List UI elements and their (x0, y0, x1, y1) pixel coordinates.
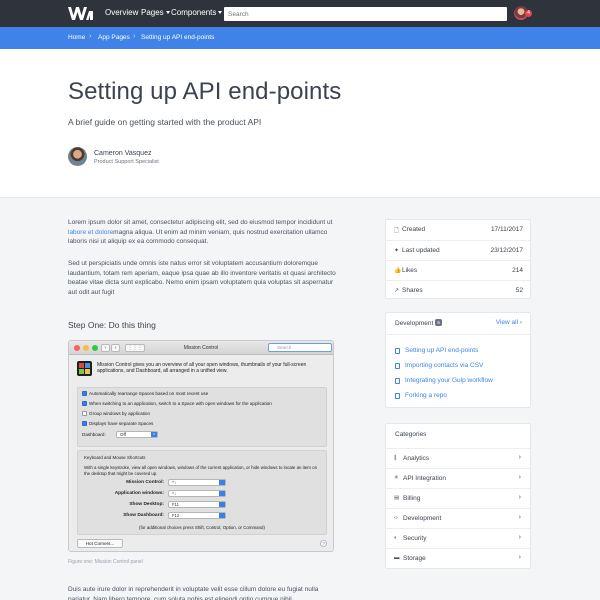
article-paragraph: Duis aute irure dolor in reprehenderit i… (68, 586, 319, 600)
share-icon: ↗ (394, 288, 400, 294)
category-security[interactable]: ◐ Security › (386, 528, 530, 548)
meta-last-updated: ✦ Last updated 23/12/2017 (386, 240, 530, 260)
update-icon: ✦ (394, 248, 400, 254)
category-analytics[interactable]: ∥ Analytics › (386, 448, 530, 468)
code-icon: ‹› (394, 515, 398, 521)
shortcuts-description: With a single keystroke, view all open w… (84, 465, 318, 476)
view-all-link[interactable]: View all › (496, 319, 522, 326)
article-meta-card: 🗋 Created 17/11/2017 ✦ Last updated 23/12/… (385, 219, 531, 299)
shortcuts-note: (for additional choices press Shift, Con… (139, 525, 265, 530)
nav-components[interactable]: Components (171, 8, 223, 17)
shortcut-field: ^↑ (168, 479, 226, 486)
shortcuts-title: Keyboard and Mouse Shortcuts (84, 455, 146, 460)
dev-link[interactable]: Importing contacts via CSV (405, 362, 483, 369)
dev-link[interactable]: Setting up API end-points (405, 347, 478, 354)
category-api-integration[interactable]: ✳ API Integration › (386, 468, 530, 488)
chevron-right-icon: › (518, 474, 521, 481)
document-icon (395, 378, 400, 384)
category-billing[interactable]: ▤ Billing › (386, 488, 530, 508)
page-subtitle: A brief guide on getting started with th… (68, 117, 262, 127)
option-checkbox: Displays have separate Spaces (82, 421, 153, 427)
billing-icon: ▤ (394, 495, 400, 501)
category-storage[interactable]: ▬ Storage › (386, 548, 530, 568)
shortcut-label: Show Dashboard: (123, 513, 164, 518)
help-icon: ? (320, 540, 327, 547)
chevron-right-icon: › (518, 554, 521, 561)
page-title: Setting up API end-points (68, 78, 342, 105)
meta-shares: ↗ Shares 52 (386, 280, 530, 300)
calendar-icon: 🗋 (394, 228, 399, 234)
count-badge: 6 (435, 319, 442, 326)
meta-likes: 👍 Likes 214 (386, 260, 530, 280)
shortcuts-group: Keyboard and Mouse Shortcuts With a sing… (77, 450, 327, 535)
notification-badge[interactable]: 4 (525, 10, 532, 17)
meta-created: 🗋 Created 17/11/2017 (394, 226, 523, 234)
security-icon: ◐ (394, 535, 398, 541)
option-checkbox: Automatically rearrange Spaces based on … (82, 391, 208, 397)
document-icon (395, 363, 400, 369)
chevron-right-icon: › (133, 33, 136, 40)
categories-card: Categories ∥ Analytics › ✳ API Integration ›… (385, 423, 531, 569)
dashboard-label: Dashboard: (82, 432, 106, 437)
hot-corners-button: Hot Corners... (77, 539, 123, 548)
shortcut-field: F11 (168, 501, 226, 508)
nav-pages[interactable]: Pages (141, 8, 170, 17)
author-role: Product Support Specialist (94, 159, 159, 165)
brand-logo[interactable] (68, 6, 93, 21)
shortcut-label: Application windows: (114, 491, 164, 496)
article-paragraph: Sed ut perspiciatis unde omnis iste natu… (68, 260, 336, 296)
chevron-right-icon: › (518, 514, 521, 521)
mission-control-screenshot: ‹ › ⋮⋮⋮ Mission Control Search Mission C… (68, 340, 334, 552)
options-group: Automatically rearrange Spaces based on … (77, 387, 327, 447)
analytics-icon: ∥ (394, 455, 397, 461)
article-paragraph: Lorem ipsum dolor sit amet, consectetur … (68, 219, 333, 246)
chevron-right-icon: › (518, 494, 521, 501)
api-icon: ✳ (394, 475, 399, 481)
chevron-right-icon: › (89, 33, 92, 40)
chevron-down-icon (165, 11, 170, 14)
document-icon (395, 393, 400, 399)
chevron-right-icon: › (518, 534, 521, 541)
categories-heading: Categories (395, 431, 427, 438)
shortcut-label: Show Desktop: (129, 502, 164, 507)
figure-caption: Figure one: Mission Control panel (68, 559, 143, 565)
thumbs-up-icon: 👍 (394, 268, 402, 274)
option-checkbox: When switching to an application, switch… (82, 401, 272, 407)
option-checkbox: Group windows by application (82, 411, 150, 417)
dashboard-select: Off ▾ (116, 431, 158, 438)
category-development[interactable]: ‹› Development › (386, 508, 530, 528)
development-card: Development 6 View all › Setting up API e… (385, 312, 531, 408)
breadcrumb-app-pages[interactable]: App Pages (98, 34, 130, 41)
dev-link[interactable]: Forking a repo (405, 392, 447, 399)
author-name[interactable]: Cameron Vasquez (94, 150, 151, 157)
dev-link[interactable]: Integrating your Gulp workflow (405, 377, 493, 384)
mission-control-app-icon (77, 361, 92, 376)
development-heading: Development 6 (395, 319, 442, 327)
window-description: Mission Control gives you an overview of… (97, 362, 307, 375)
breadcrumb-home[interactable]: Home (68, 34, 85, 41)
nav-overview[interactable]: Overview (105, 8, 138, 17)
chevron-down-icon (218, 11, 223, 14)
storage-icon: ▬ (394, 555, 400, 561)
window-titlebar: ‹ › ⋮⋮⋮ Mission Control Search (69, 341, 333, 355)
section-heading: Step One: Do this thing (68, 320, 156, 330)
search-input[interactable] (224, 7, 507, 21)
breadcrumb-current: Setting up API end-points (141, 34, 215, 41)
shortcut-label: Mission Control: (126, 480, 164, 485)
shortcut-field: F12 (168, 512, 226, 519)
chevron-right-icon: › (518, 454, 521, 461)
window-search-field: Search (268, 343, 332, 352)
document-icon (395, 348, 400, 354)
hero-section: Setting up API end-points A brief guide … (0, 49, 600, 198)
top-navbar: Overview Pages Components 4 (0, 0, 600, 27)
author-avatar[interactable] (68, 147, 87, 166)
shortcut-field: ^↓ (168, 490, 226, 497)
inline-link[interactable]: labore et dolore (68, 229, 113, 236)
breadcrumb: Home › App Pages › Setting up API end-po… (0, 27, 600, 49)
